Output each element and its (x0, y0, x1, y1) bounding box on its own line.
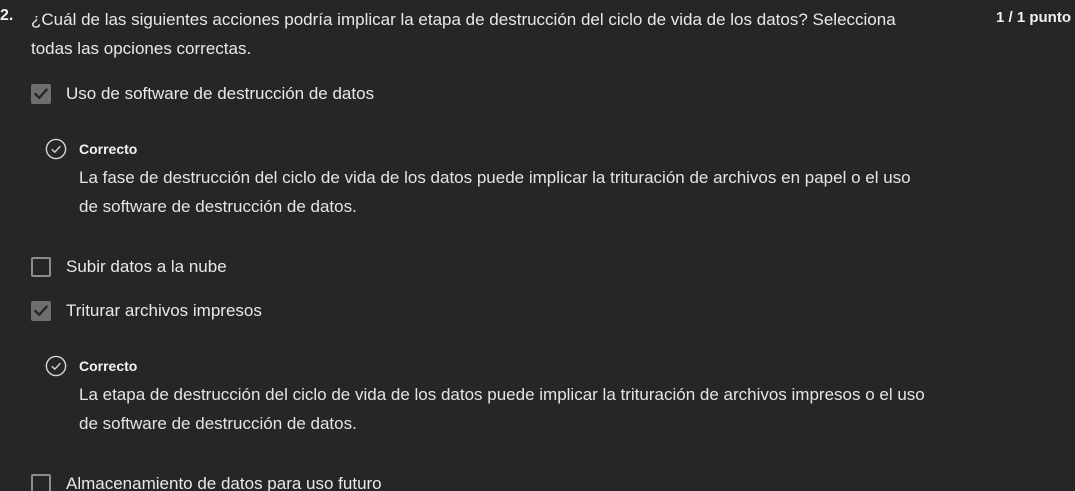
checkbox-checked-icon[interactable] (31, 301, 51, 321)
option-label: Triturar archivos impresos (66, 301, 262, 320)
option-label: Almacenamiento de datos para uso futuro (66, 474, 382, 491)
check-circle-icon (45, 355, 67, 377)
option-checkbox-3[interactable]: Triturar archivos impresos (31, 299, 262, 323)
option-checkbox-1[interactable]: Uso de software de destrucción de datos (31, 82, 374, 106)
feedback-title: Correcto (79, 141, 138, 157)
option-label: Uso de software de destrucción de datos (66, 84, 375, 103)
option-checkbox-2[interactable]: Subir datos a la nube (31, 255, 227, 279)
check-circle-icon (45, 138, 67, 160)
feedback-correct-2: Correcto La etapa de destrucción del cic… (45, 354, 925, 438)
option-label: Subir datos a la nube (66, 257, 227, 276)
option-checkbox-4[interactable]: Almacenamiento de datos para uso futuro (31, 472, 382, 491)
checkbox-checked-icon[interactable] (31, 84, 51, 104)
checkbox-unchecked-icon[interactable] (31, 474, 51, 491)
feedback-text: La etapa de destrucción del ciclo de vid… (79, 385, 925, 433)
feedback-correct-1: Correcto La fase de destrucción del cicl… (45, 137, 925, 221)
question-number: 2. (0, 7, 14, 24)
question-score: 1 / 1 punto (996, 9, 1071, 26)
question-text: ¿Cuál de las siguientes acciones podría … (31, 10, 896, 58)
checkbox-unchecked-icon[interactable] (31, 257, 51, 277)
quiz-question: 2. ¿Cuál de las siguientes acciones podr… (0, 0, 1075, 491)
feedback-title: Correcto (79, 358, 138, 374)
feedback-text: La fase de destrucción del ciclo de vida… (79, 168, 911, 216)
